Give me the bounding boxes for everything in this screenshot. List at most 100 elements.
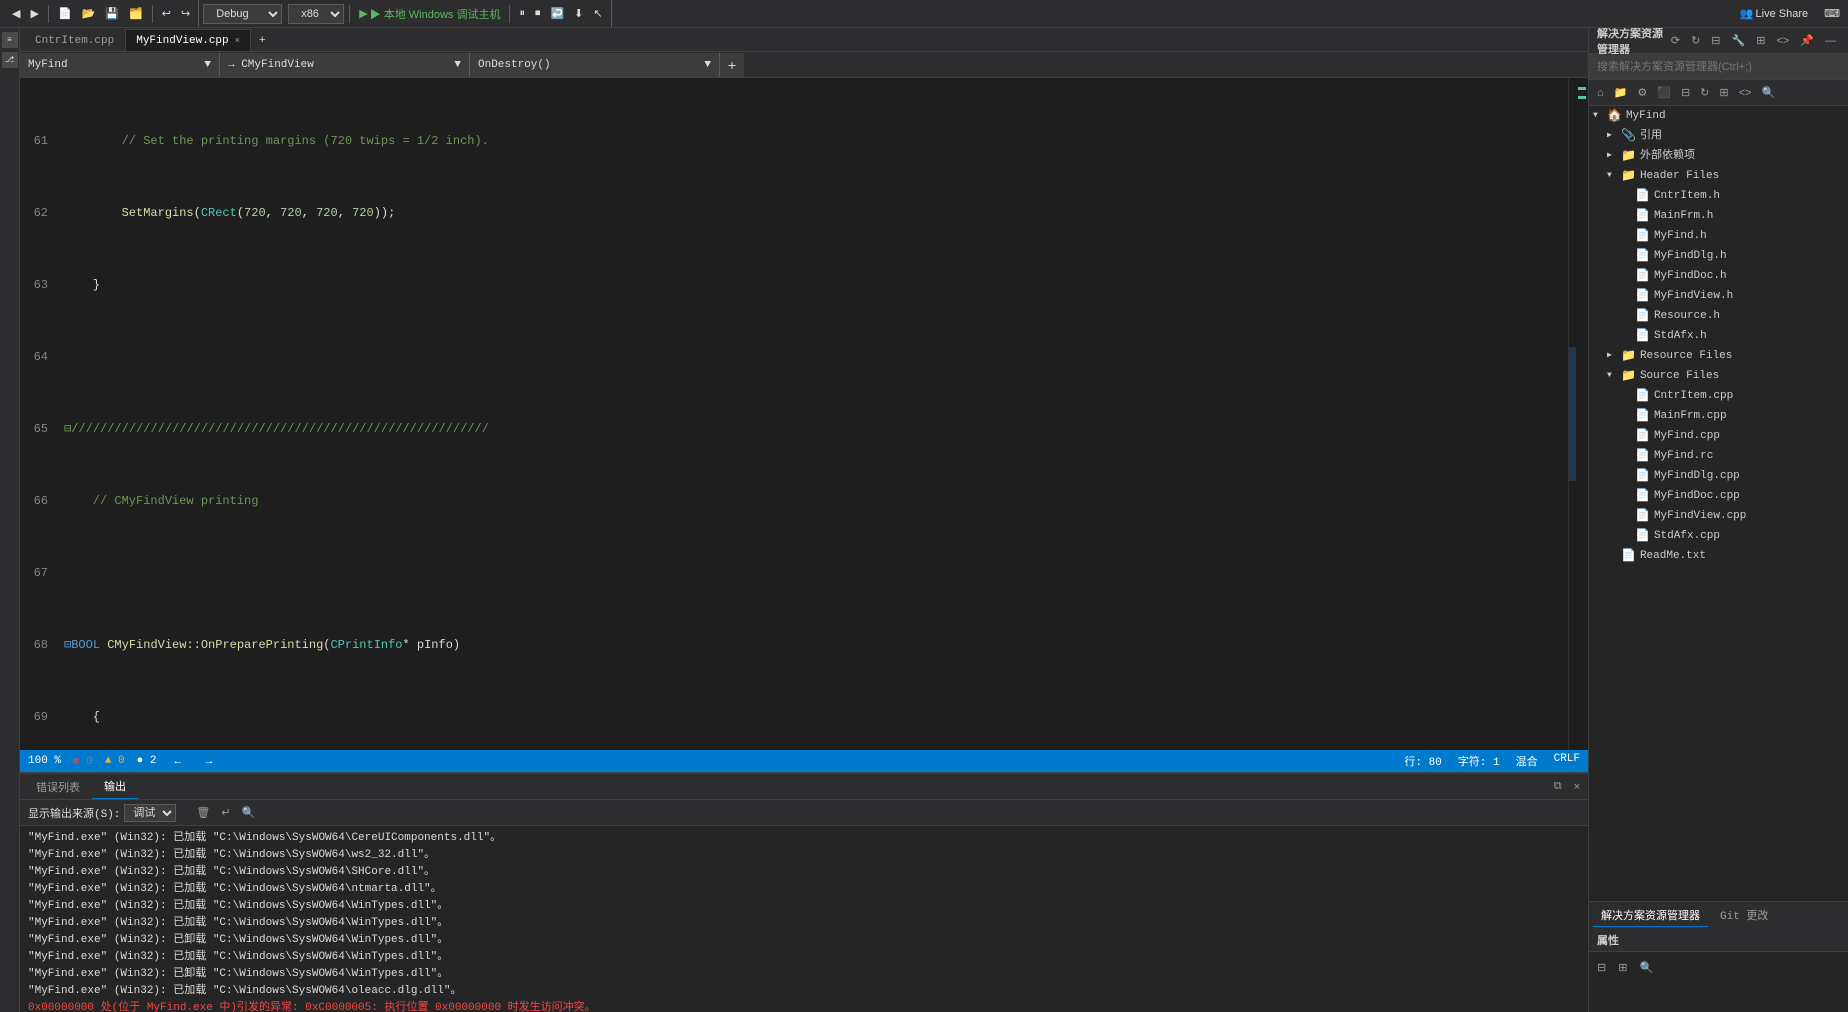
se-tb-open[interactable]: 📁 [1610,86,1632,99]
save-all-btn[interactable]: 🗂️ [125,3,147,25]
prop-btn-1[interactable]: ⊟ [1593,961,1610,974]
cursor-line: 行: 80 [1404,753,1441,769]
solution-tree[interactable]: ▼ 🏠 MyFind ▶ 📎 引用 ▶ 📁 外部依赖项 [1589,106,1848,901]
tree-item-cntrlitem-cpp[interactable]: 📄 CntrItem.cpp [1589,386,1848,406]
tab-cntrlitem[interactable]: CntrItem.cpp [24,29,125,51]
toolbar-btn-2[interactable]: ⏹ [531,3,545,25]
tree-item-ext-deps[interactable]: ▶ 📁 外部依赖项 [1589,146,1848,166]
solution-icon: 🏠 [1607,106,1622,126]
add-nav-btn[interactable]: + [720,53,744,77]
output-clear-btn[interactable]: 🗑 [192,806,214,819]
scope-dropdown[interactable]: MyFind ▼ [20,53,220,77]
tree-item-header-files[interactable]: ▼ 📁 Header Files [1589,166,1848,186]
tree-item-refs[interactable]: ▶ 📎 引用 [1589,126,1848,146]
tree-item-resource-files[interactable]: ▶ 📁 Resource Files [1589,346,1848,366]
new-tab-btn[interactable]: + [255,29,269,51]
se-tb-properties[interactable]: ⚙ [1633,86,1651,99]
code-line-69: 69 { [24,708,1568,726]
back-btn[interactable]: ◀ [8,3,24,25]
tab-myfindview-close[interactable]: × [235,36,240,46]
maximize-btn[interactable]: ⌨ [1820,3,1844,25]
se-tb-collapse-all[interactable]: ⊟ [1677,86,1694,99]
solution-explorer-search[interactable] [1589,54,1848,80]
panel-close-btn[interactable]: × [1570,780,1584,793]
se-tb-home[interactable]: ⌂ [1593,87,1608,99]
output-content[interactable]: "MyFind.exe" (Win32): 已加载 "C:\Windows\Sy… [20,826,1588,1012]
save-btn[interactable]: 💾 [101,3,123,25]
se-tb-refresh[interactable]: ↻ [1696,86,1713,99]
prop-btn-3[interactable]: 🔍 [1635,961,1657,974]
code-line-65: 65 ⊟////////////////////////////////////… [24,420,1568,438]
tab-myfindview[interactable]: MyFindView.cpp × [125,29,251,51]
tree-item-mainfrm-h[interactable]: 📄 MainFrm.h [1589,206,1848,226]
nav-fwd-btn[interactable]: → [199,750,218,772]
myfind-h-label: MyFind.h [1654,226,1707,246]
undo-btn[interactable]: ↩ [158,3,175,25]
panel-tab-output[interactable]: 输出 [92,775,138,799]
output-source-select[interactable]: 调试 生成 [124,804,176,822]
new-file-btn[interactable]: 📄 [54,3,76,25]
toolbar-btn-1[interactable]: ⏸ [515,3,529,25]
tree-item-myfinddoc-cpp[interactable]: 📄 MyFindDoc.cpp [1589,486,1848,506]
se-filter-btn[interactable]: ⊞ [1752,34,1769,47]
method-dropdown[interactable]: OnDestroy() ▼ [470,53,720,77]
tree-item-stdafx-cpp[interactable]: 📄 StdAfx.cpp [1589,526,1848,546]
se-tb-code[interactable]: <> [1735,87,1756,99]
readme-label: ReadMe.txt [1640,546,1706,566]
open-btn[interactable]: 📂 [78,3,100,25]
toolbar-btn-4[interactable]: ⬇ [570,3,587,25]
top-toolbar: ◀ ▶ 📄 📂 💾 🗂️ ↩ ↪ Debug Release x86 x64 ▶… [0,0,1848,28]
tree-item-myfindview-cpp[interactable]: 📄 MyFindView.cpp [1589,506,1848,526]
tree-item-myfind-rc[interactable]: 📄 MyFind.rc [1589,446,1848,466]
se-tb-expand-all[interactable]: ⬛ [1653,86,1675,99]
se-props-btn[interactable]: 🔧 [1728,34,1750,47]
code-editor[interactable]: 61 // Set the printing margins (720 twip… [20,78,1568,750]
tree-item-resource-h[interactable]: 📄 Resource.h [1589,306,1848,326]
toolbar-btn-5[interactable]: ↖ [589,3,606,25]
se-sync-btn[interactable]: ⟳ [1667,34,1684,47]
output-wrap-btn[interactable]: ↵ [217,806,234,819]
se-tb-open-file[interactable]: 🔍 [1757,86,1779,99]
output-find-btn[interactable]: 🔍 [238,806,260,819]
debug-config-dropdown[interactable]: Debug Release [203,4,282,24]
tree-item-myfind-h[interactable]: 📄 MyFind.h [1589,226,1848,246]
panel-tab-errors[interactable]: 错误列表 [24,775,92,799]
se-bottom-tab-se[interactable]: 解决方案资源管理器 [1593,903,1708,927]
git-btn[interactable]: ⎇ [2,52,18,68]
se-close-btn[interactable]: — [1821,34,1840,47]
redo-btn[interactable]: ↪ [177,3,194,25]
prop-btn-2[interactable]: ⊞ [1614,961,1631,974]
minimap[interactable] [1568,78,1576,750]
panel-float-btn[interactable]: ⧉ [1550,780,1566,793]
tree-item-myfinddoc-h[interactable]: 📄 MyFindDoc.h [1589,266,1848,286]
scrollbar-markers[interactable] [1576,78,1588,750]
tree-item-source-files[interactable]: ▼ 📁 Source Files [1589,366,1848,386]
se-bottom-tab-git[interactable]: Git 更改 [1712,903,1776,927]
code-line-64: 64 [24,348,1568,366]
run-btn[interactable]: ▶ ▶ 本地 Windows 调试主机 [355,3,504,25]
toolbar-btn-3[interactable]: ↩️ [546,3,568,25]
class-label: → CMyFindView [228,59,314,71]
tree-item-readme[interactable]: 📄 ReadMe.txt [1589,546,1848,566]
nav-back-btn[interactable]: ← [168,750,187,772]
code-line-63: 63 } [24,276,1568,294]
tree-item-stdafx-h[interactable]: 📄 StdAfx.h [1589,326,1848,346]
forward-btn[interactable]: ▶ [26,3,42,25]
tree-item-myfinddlg-cpp[interactable]: 📄 MyFindDlg.cpp [1589,466,1848,486]
live-share-btn[interactable]: 👥 Live Share [1736,3,1812,25]
tree-solution-root[interactable]: ▼ 🏠 MyFind [1589,106,1848,126]
se-pin-btn[interactable]: 📌 [1796,34,1818,47]
tree-item-myfind-cpp[interactable]: 📄 MyFind.cpp [1589,426,1848,446]
tree-item-myfinddlg-h[interactable]: 📄 MyFindDlg.h [1589,246,1848,266]
class-dropdown[interactable]: → CMyFindView ▼ [220,53,470,77]
platform-dropdown[interactable]: x86 x64 [288,4,344,24]
se-code-btn[interactable]: <> [1772,34,1793,47]
se-tb-filter[interactable]: ⊞ [1715,86,1732,99]
se-header-btns: ⟳ ↻ ⊟ 🔧 ⊞ <> 📌 — [1667,34,1840,47]
se-collapse-btn[interactable]: ⊟ [1707,34,1724,47]
tree-item-cntrlitem-h[interactable]: 📄 CntrItem.h [1589,186,1848,206]
tree-item-mainfrm-cpp[interactable]: 📄 MainFrm.cpp [1589,406,1848,426]
tree-item-myfindview-h[interactable]: 📄 MyFindView.h [1589,286,1848,306]
se-refresh-btn[interactable]: ↻ [1687,34,1704,47]
solution-explorer-btn[interactable]: ≡ [2,32,18,48]
